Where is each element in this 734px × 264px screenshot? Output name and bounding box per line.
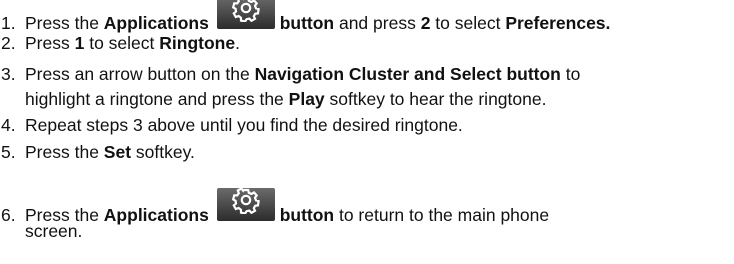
step-4: 4. Repeat steps 3 above until you find th…: [0, 114, 463, 137]
step-6-continuation: screen.: [25, 220, 82, 243]
set-softkey-label: Set: [103, 142, 132, 162]
step-text: Press an arrow button on the: [25, 64, 255, 84]
applications-gear-icon: [216, 0, 275, 29]
step-1: 1. Press the Applications button and pres…: [0, 0, 611, 35]
preferences-label: Preferences.: [505, 13, 611, 33]
key-2-label: 2: [420, 13, 431, 33]
step-text: and press: [334, 13, 421, 33]
instruction-steps: 1. Press the Applications button and pres…: [0, 0, 734, 264]
applications-label: Applications: [103, 205, 209, 225]
step-text: to select: [84, 33, 160, 53]
step-3-continuation: highlight a ringtone and press the Play …: [25, 88, 546, 111]
step-text: highlight a ringtone and press the: [25, 89, 289, 109]
step-number: 3.: [1, 64, 16, 84]
step-text: screen.: [25, 221, 83, 241]
applications-gear-icon: [216, 188, 275, 221]
button-label: button: [279, 13, 335, 33]
step-5: 5. Press the Set softkey.: [0, 141, 195, 164]
step-2: 2. Press 1 to select Ringtone.: [0, 32, 240, 55]
step-text: Press the: [25, 142, 104, 162]
step-number: 5.: [1, 142, 16, 162]
step-text: to return to the main phone: [334, 205, 550, 225]
step-text: Press: [25, 33, 75, 53]
step-text: softkey to hear the ringtone.: [324, 89, 547, 109]
step-text: to: [560, 64, 581, 84]
step-text: softkey.: [131, 142, 195, 162]
applications-label: Applications: [103, 13, 209, 33]
play-softkey-label: Play: [288, 89, 325, 109]
step-number: 2.: [1, 33, 16, 53]
gear-icon: [231, 188, 260, 214]
step-number: 4.: [1, 115, 16, 135]
step-text: Press the: [25, 13, 104, 33]
navigation-cluster-label: Navigation Cluster and Select button: [254, 64, 561, 84]
step-text: to select: [430, 13, 506, 33]
step-text: .: [235, 33, 240, 53]
gear-icon: [231, 0, 260, 22]
step-text: Repeat steps 3 above until you find the …: [25, 115, 463, 135]
ringtone-label: Ringtone: [159, 33, 236, 53]
step-number: 6.: [1, 205, 16, 225]
step-3: 3. Press an arrow button on the Navigatio…: [0, 63, 580, 86]
key-1-label: 1: [74, 33, 85, 53]
button-label: button: [279, 205, 335, 225]
